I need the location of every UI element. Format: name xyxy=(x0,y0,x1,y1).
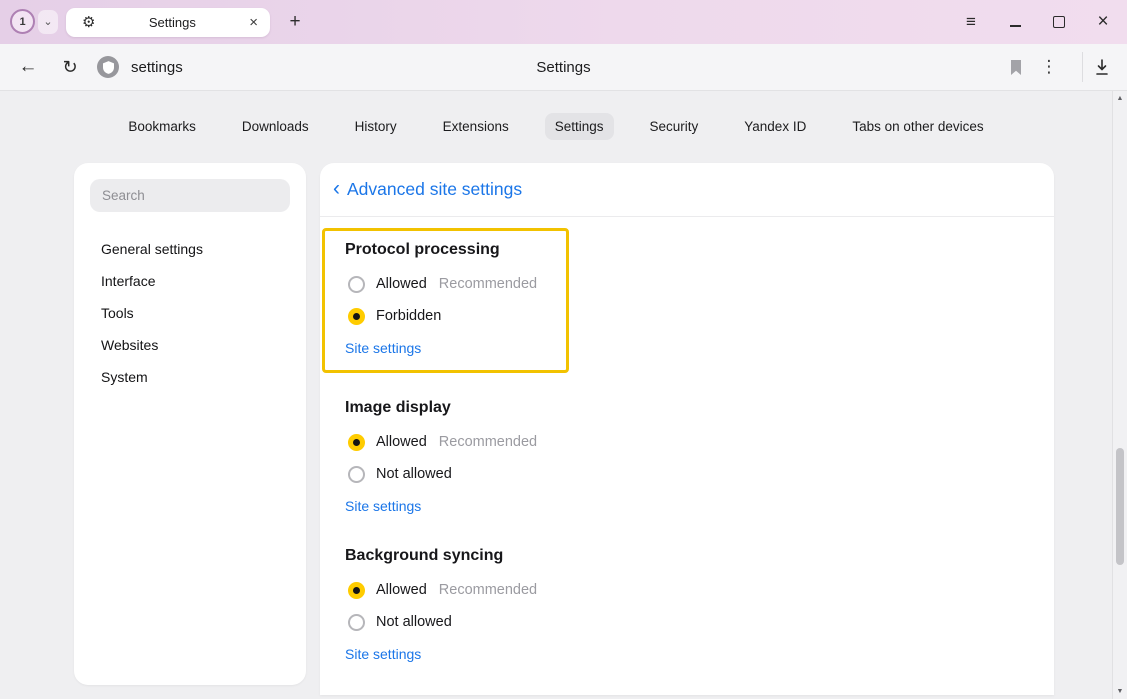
radio-option-not-allowed[interactable]: Not allowed xyxy=(345,458,1054,490)
site-settings-link[interactable]: Site settings xyxy=(345,498,421,514)
option-label: Not allowed xyxy=(376,466,452,482)
titlebar: 1 ⌄ ⚙ Settings × + ≡ × xyxy=(0,0,1127,44)
site-shield-icon[interactable] xyxy=(97,56,119,78)
nav-item-extensions[interactable]: Extensions xyxy=(433,113,519,140)
radio-option-allowed[interactable]: Allowed Recommended xyxy=(345,426,1054,458)
tab-title: Settings xyxy=(95,15,249,30)
nav-item-settings[interactable]: Settings xyxy=(545,113,614,140)
nav-item-security[interactable]: Security xyxy=(640,113,709,140)
sidebar-item-websites[interactable]: Websites xyxy=(90,329,306,361)
radio-option-allowed[interactable]: Allowed Recommended xyxy=(345,268,566,300)
address-bar[interactable]: settings xyxy=(97,44,183,90)
toolbar: ← ↻ settings Settings ⋮ xyxy=(0,44,1127,91)
radio-icon[interactable] xyxy=(348,466,365,483)
option-label: Allowed xyxy=(376,582,427,598)
section-title: Background syncing xyxy=(345,547,1054,565)
nav-item-history[interactable]: History xyxy=(345,113,407,140)
sidebar-item-tools[interactable]: Tools xyxy=(90,297,306,329)
option-note: Recommended xyxy=(439,276,537,292)
back-icon[interactable]: ← xyxy=(16,44,40,90)
minimize-button[interactable] xyxy=(1007,14,1023,30)
tab-group-badge[interactable]: 1 xyxy=(10,9,35,34)
bookmark-icon[interactable] xyxy=(1009,59,1023,81)
settings-sidebar: General settings Interface Tools Website… xyxy=(74,163,306,685)
option-label: Allowed xyxy=(376,276,427,292)
gear-icon: ⚙ xyxy=(82,15,95,30)
scroll-down-icon[interactable]: ▼ xyxy=(1113,688,1127,695)
tab-close-icon[interactable]: × xyxy=(249,14,258,31)
site-settings-link[interactable]: Site settings xyxy=(345,340,421,356)
url-text[interactable]: settings xyxy=(131,59,183,76)
settings-main-panel: ‹ Advanced site settings Protocol proces… xyxy=(320,163,1054,695)
tab-group-control[interactable]: 1 ⌄ xyxy=(10,9,58,34)
tab-settings[interactable]: ⚙ Settings × xyxy=(66,8,270,37)
section-protocol-processing: Protocol processing Allowed Recommended … xyxy=(322,228,569,373)
radio-icon[interactable] xyxy=(348,582,365,599)
site-settings-link[interactable]: Site settings xyxy=(345,646,421,662)
window-close-button[interactable]: × xyxy=(1095,14,1111,30)
reload-icon[interactable]: ↻ xyxy=(58,44,82,90)
scrollbar-thumb[interactable] xyxy=(1116,448,1124,565)
chevron-down-icon[interactable]: ⌄ xyxy=(38,10,58,34)
toolbar-divider xyxy=(1082,52,1083,82)
maximize-button[interactable] xyxy=(1051,14,1067,30)
search-input[interactable] xyxy=(90,179,290,212)
sidebar-item-interface[interactable]: Interface xyxy=(90,265,306,297)
radio-icon[interactable] xyxy=(348,614,365,631)
section-image-display: Image display Allowed Recommended Not al… xyxy=(345,399,1054,516)
nav-item-tabs-other-devices[interactable]: Tabs on other devices xyxy=(842,113,993,140)
settings-top-nav: Bookmarks Downloads History Extensions S… xyxy=(0,91,1112,140)
radio-icon[interactable] xyxy=(348,308,365,325)
sidebar-item-system[interactable]: System xyxy=(90,361,306,393)
radio-option-forbidden[interactable]: Forbidden xyxy=(345,300,566,332)
vertical-scrollbar[interactable]: ▲ ▼ xyxy=(1112,91,1127,699)
option-note: Recommended xyxy=(439,582,537,598)
advanced-settings-header[interactable]: ‹ Advanced site settings xyxy=(320,163,1054,217)
nav-item-downloads[interactable]: Downloads xyxy=(232,113,319,140)
back-chevron-icon[interactable]: ‹ xyxy=(333,178,340,199)
sidebar-item-general-settings[interactable]: General settings xyxy=(90,233,306,265)
content-area: Bookmarks Downloads History Extensions S… xyxy=(0,91,1112,699)
option-label: Not allowed xyxy=(376,614,452,630)
window-controls: ≡ × xyxy=(935,0,1111,44)
settings-body: Protocol processing Allowed Recommended … xyxy=(320,217,1054,664)
scroll-up-icon[interactable]: ▲ xyxy=(1113,95,1127,102)
sidebar-list: General settings Interface Tools Website… xyxy=(90,233,306,393)
new-tab-button[interactable]: + xyxy=(283,10,307,34)
radio-icon[interactable] xyxy=(348,276,365,293)
section-title: Image display xyxy=(345,399,1054,417)
option-note: Recommended xyxy=(439,434,537,450)
nav-item-yandex-id[interactable]: Yandex ID xyxy=(734,113,816,140)
maximize-icon xyxy=(1053,16,1065,28)
radio-option-not-allowed[interactable]: Not allowed xyxy=(345,606,1054,638)
radio-option-allowed[interactable]: Allowed Recommended xyxy=(345,574,1054,606)
section-title: Protocol processing xyxy=(345,241,566,259)
option-label: Forbidden xyxy=(376,308,441,324)
kebab-menu-icon[interactable]: ⋮ xyxy=(1039,44,1059,90)
menu-icon[interactable]: ≡ xyxy=(963,14,979,30)
section-background-syncing: Background syncing Allowed Recommended N… xyxy=(345,547,1054,664)
download-icon[interactable] xyxy=(1094,59,1110,81)
option-label: Allowed xyxy=(376,434,427,450)
nav-item-bookmarks[interactable]: Bookmarks xyxy=(118,113,206,140)
radio-icon[interactable] xyxy=(348,434,365,451)
advanced-settings-title[interactable]: Advanced site settings xyxy=(347,179,522,200)
minimize-icon xyxy=(1010,25,1021,27)
